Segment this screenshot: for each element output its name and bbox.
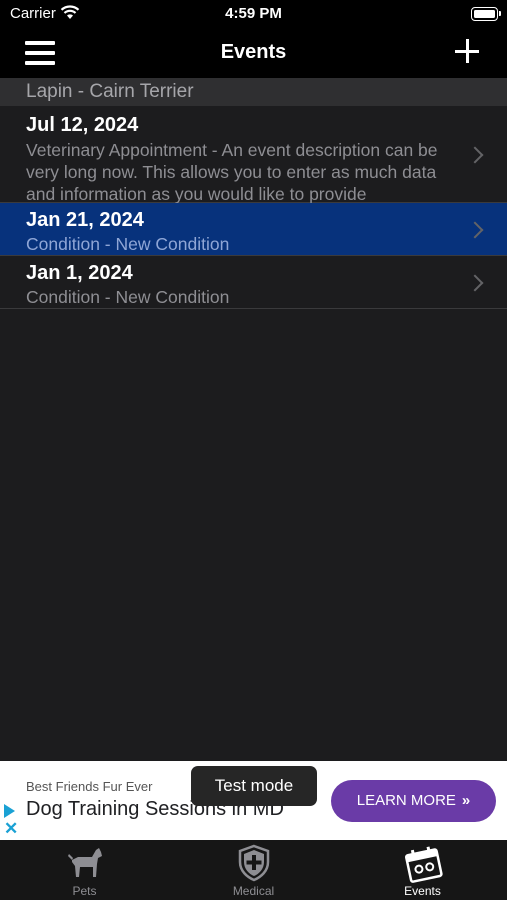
calendar-icon [404,846,443,883]
event-date: Jan 21, 2024 [26,209,144,231]
status-time: 4:59 PM [225,5,282,22]
double-chevron-icon: » [461,792,471,809]
event-row-3[interactable]: Jan 1, 2024 Condition - New Condition [0,256,507,309]
tab-pets[interactable]: Pets [0,840,169,900]
dog-icon [68,848,102,877]
event-description: Veterinary Appointment - An event descri… [26,140,438,204]
chevron-right-icon [466,274,484,292]
medical-shield-icon [238,844,270,882]
learn-more-label: LEARN MORE [356,792,456,809]
learn-more-button[interactable]: LEARN MORE » [331,780,496,822]
tab-label: Events [404,884,441,898]
ad-choices-icon[interactable] [4,804,15,818]
tab-label: Pets [72,884,97,898]
event-row-2[interactable]: Jan 21, 2024 Condition - New Condition [0,203,507,256]
navigation-bar: Events [0,30,507,78]
event-date: Jan 1, 2024 [26,262,133,284]
event-description: Condition - New Condition [26,287,230,307]
chevron-right-icon [466,221,484,239]
page-title: Events [220,41,287,63]
event-date: Jul 12, 2024 [26,114,139,136]
event-description: Condition - New Condition [26,234,230,254]
status-bar: Carrier 4:59 PM [0,0,507,30]
tab-bar: Pets Medical Events [0,840,507,900]
events-list: Lapin - Cairn Terrier Jul 12, 2024 Veter… [0,78,507,309]
ad-close-icon[interactable]: ✕ [4,819,18,839]
battery-icon [471,7,501,21]
ad-sponsor: Best Friends Fur Ever [26,779,153,794]
tab-label: Medical [232,884,275,898]
event-row-1[interactable]: Jul 12, 2024 Veterinary Appointment - An… [0,106,507,204]
chevron-right-icon [466,146,484,164]
tab-medical[interactable]: Medical [169,840,338,900]
section-header-pet: Lapin - Cairn Terrier [0,78,507,106]
plus-icon[interactable] [455,39,481,65]
tab-events[interactable]: Events [338,840,507,900]
test-mode-badge: Test mode [191,766,317,806]
